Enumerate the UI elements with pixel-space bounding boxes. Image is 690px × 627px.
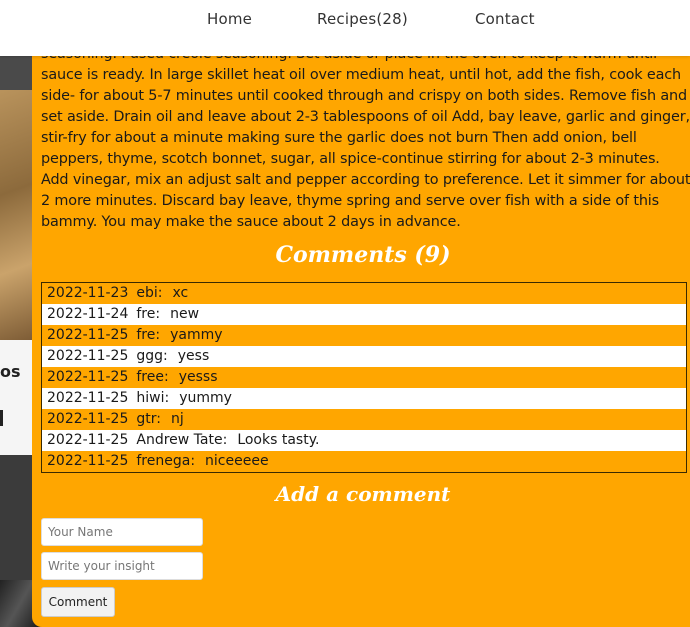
comment-author: ebi: (136, 285, 163, 301)
comment-text: yess (177, 348, 210, 364)
comment-author: ggg: (136, 348, 168, 364)
nav-recipes-link[interactable]: Recipes(28) (317, 10, 408, 28)
recipe-instructions-text: sauce is ready. In large skillet heat oi… (41, 67, 690, 230)
comment-date: 2022-11-25 (47, 348, 129, 364)
comments-list: 2022-11-23 ebi: xc 2022-11-24 fre: new 2022-11… (41, 282, 687, 473)
comment-row: 2022-11-25 ggg: yess (42, 346, 686, 367)
background-card-title: os (0, 362, 21, 381)
add-comment-heading: Add a comment (275, 482, 451, 506)
comment-author: frenega: (136, 453, 196, 469)
comment-author: hiwi: (136, 390, 170, 406)
recipe-modal[interactable]: seasoning. I used creole seasoning. Set … (32, 40, 690, 627)
comment-date: 2022-11-25 (47, 453, 129, 469)
comment-text: nj (170, 411, 184, 427)
comment-date: 2022-11-24 (47, 306, 129, 322)
comment-date: 2022-11-25 (47, 369, 129, 385)
comment-button[interactable]: Comment (41, 587, 115, 617)
nav-contact-link[interactable]: Contact (475, 10, 535, 28)
comment-author: free: (136, 369, 169, 385)
comment-author: fre: (136, 327, 161, 343)
comment-text: yammy (170, 327, 223, 343)
comment-text: Looks tasty. (237, 432, 320, 448)
comments-heading: Comments (9) (275, 242, 451, 268)
comment-text: yummy (179, 390, 232, 406)
comment-author: fre: (136, 306, 161, 322)
name-input[interactable] (41, 518, 203, 546)
comment-text: niceeeee (205, 453, 269, 469)
comment-text: yesss (178, 369, 218, 385)
navbar: Home Recipes(28) Contact (0, 0, 690, 56)
comment-row: 2022-11-24 fre: new (42, 304, 686, 325)
comment-row: 2022-11-23 ebi: xc (42, 283, 686, 304)
comment-row: 2022-11-25 fre: yammy (42, 325, 686, 346)
comment-row: 2022-11-25 free: yesss (42, 367, 686, 388)
comment-author: Andrew Tate: (136, 432, 228, 448)
recipe-instructions: seasoning. I used creole seasoning. Set … (41, 44, 690, 233)
comment-text: new (170, 306, 200, 322)
background-card-mark (0, 410, 3, 426)
comment-row: 2022-11-25 frenega: niceeeee (42, 451, 686, 472)
comment-row: 2022-11-25 gtr: nj (42, 409, 686, 430)
comment-date: 2022-11-23 (47, 285, 129, 301)
comment-date: 2022-11-25 (47, 327, 129, 343)
insight-input[interactable] (41, 552, 203, 580)
comment-text: xc (172, 285, 189, 301)
comment-date: 2022-11-25 (47, 432, 129, 448)
comment-row: 2022-11-25 hiwi: yummy (42, 388, 686, 409)
comment-author: gtr: (136, 411, 161, 427)
comment-date: 2022-11-25 (47, 390, 129, 406)
comment-row: 2022-11-25 Andrew Tate: Looks tasty. (42, 430, 686, 451)
comment-date: 2022-11-25 (47, 411, 129, 427)
nav-home-link[interactable]: Home (207, 10, 252, 28)
